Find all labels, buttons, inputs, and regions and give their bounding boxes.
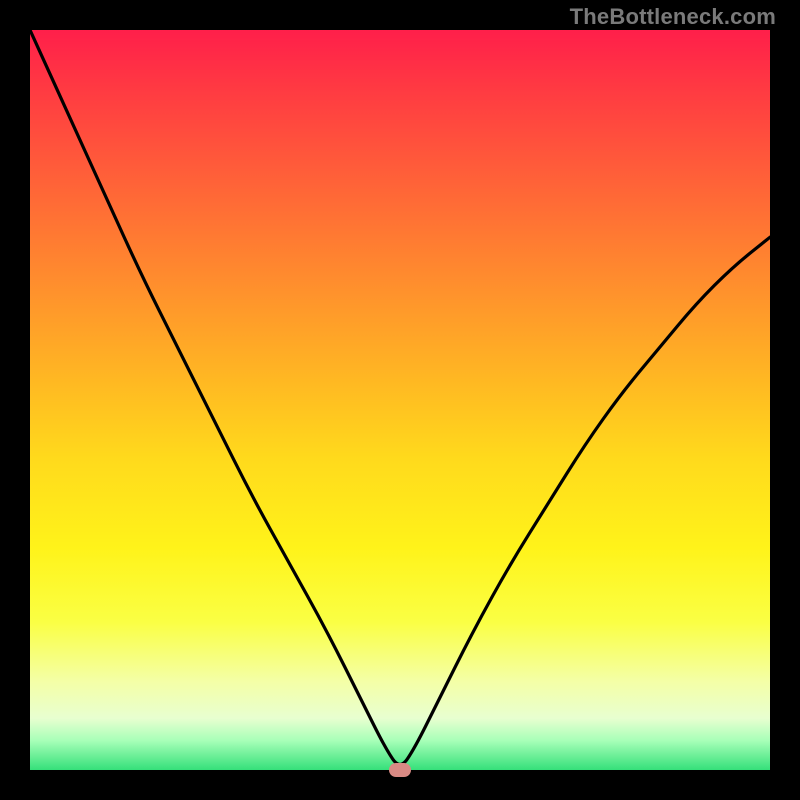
bottleneck-curve <box>30 30 770 770</box>
optimal-point-marker <box>389 763 411 777</box>
chart-stage: TheBottleneck.com <box>0 0 800 800</box>
watermark-text: TheBottleneck.com <box>570 4 776 30</box>
plot-area <box>30 30 770 770</box>
